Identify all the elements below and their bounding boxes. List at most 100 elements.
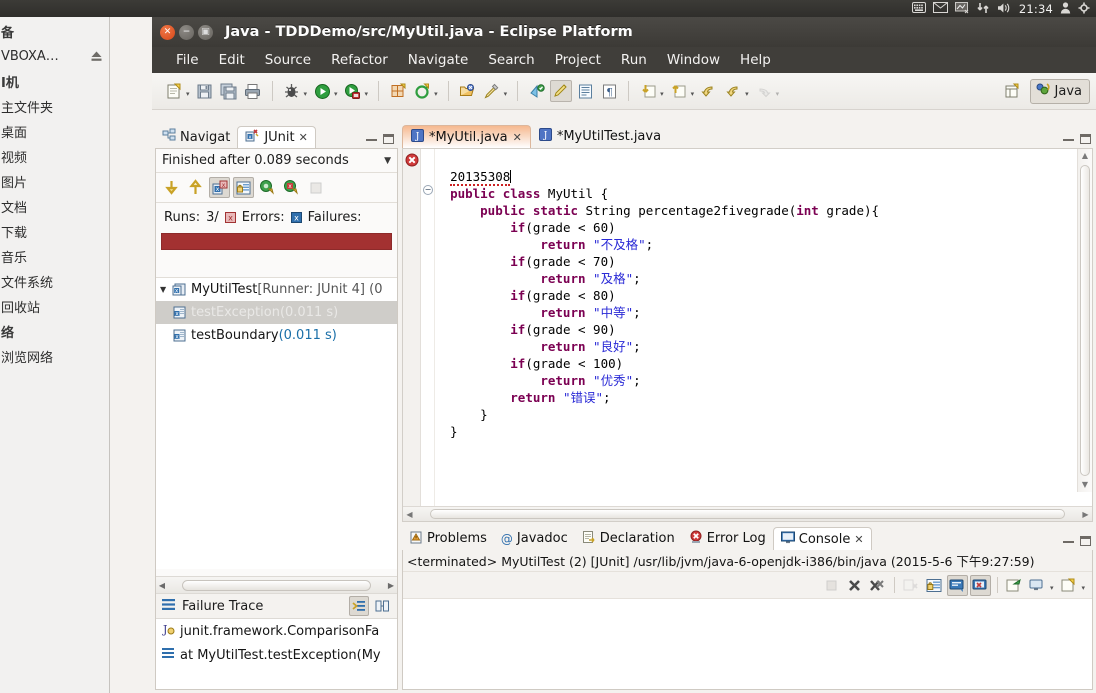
places-item-music[interactable]: 音乐	[0, 244, 109, 269]
back-icon[interactable]	[698, 80, 720, 102]
code-editor[interactable]: 20135308 public class MyUtil { public st…	[435, 149, 1092, 506]
redo-nav-icon[interactable]	[753, 80, 775, 102]
stop-icon[interactable]	[305, 177, 326, 198]
pin-console-icon[interactable]	[946, 574, 968, 596]
eject-icon[interactable]	[90, 50, 103, 63]
scroll-right-icon[interactable]: ▶	[1079, 510, 1092, 519]
menu-run[interactable]: Run	[611, 50, 657, 70]
console-output[interactable]	[403, 599, 1092, 687]
close-icon[interactable]: ✕	[513, 131, 522, 144]
places-item-videos[interactable]: 视频	[0, 144, 109, 169]
close-icon[interactable]: ✕	[854, 533, 863, 546]
menu-window[interactable]: Window	[657, 50, 730, 70]
display-selected-console-icon[interactable]	[969, 574, 991, 596]
junit-tree-hscrollbar[interactable]: ◀ ▶	[156, 576, 397, 593]
filter-stack-trace-icon[interactable]	[349, 596, 369, 616]
gear-icon[interactable]	[1078, 2, 1090, 16]
menu-refactor[interactable]: Refactor	[321, 50, 398, 70]
rerun-failed-tests-icon[interactable]: x	[281, 177, 302, 198]
console-options-icon[interactable]	[1058, 575, 1079, 596]
editor-folding-ruler[interactable]: −	[421, 149, 435, 506]
minimize-icon[interactable]: −	[179, 24, 194, 40]
display-icon[interactable]	[954, 1, 970, 16]
mail-icon[interactable]	[932, 2, 948, 15]
places-item-downloads[interactable]: 下载	[0, 219, 109, 244]
menu-search[interactable]: Search	[478, 50, 544, 70]
scroll-up-icon[interactable]: ▲	[1082, 149, 1088, 163]
volume-icon[interactable]	[997, 2, 1012, 16]
tree-row[interactable]: ▼ x MyUtilTest [Runner: JUnit 4] (0	[156, 278, 397, 301]
tree-row[interactable]: x testException (0.011 s)	[156, 301, 397, 324]
rerun-test-icon[interactable]	[257, 177, 278, 198]
save-icon[interactable]	[194, 80, 216, 102]
coverage-dropdown-icon[interactable]: ▾	[365, 84, 369, 98]
open-console-icon[interactable]	[1004, 575, 1025, 596]
keyboard-icon[interactable]	[911, 2, 926, 15]
new-console-view-icon[interactable]	[1027, 575, 1048, 596]
redo-nav-dropdown-icon[interactable]: ▾	[776, 84, 780, 98]
coverage-icon[interactable]	[342, 80, 364, 102]
places-item-pictures[interactable]: 图片	[0, 169, 109, 194]
close-icon[interactable]: ✕	[160, 24, 175, 40]
new-java-class-dropdown-icon[interactable]: ▾	[434, 84, 438, 98]
expand-arrow-icon[interactable]: ▼	[160, 285, 172, 294]
menu-navigate[interactable]: Navigate	[398, 50, 479, 70]
user-icon[interactable]	[1060, 1, 1071, 16]
close-icon[interactable]: ✕	[299, 131, 308, 144]
next-failure-icon[interactable]	[161, 177, 182, 198]
places-item-vbox[interactable]: VBOXA…	[0, 44, 109, 69]
minimize-view-icon[interactable]	[366, 138, 377, 141]
run-icon[interactable]	[311, 80, 333, 102]
clock[interactable]: 21:34	[1019, 2, 1053, 16]
save-all-icon[interactable]	[218, 80, 240, 102]
tab-error-log[interactable]: Error Log	[682, 527, 773, 550]
remove-launch-icon[interactable]	[844, 575, 865, 596]
tab-navigator[interactable]: Navigat	[155, 126, 237, 148]
scroll-down-icon[interactable]: ▼	[1082, 478, 1088, 492]
compare-result-icon[interactable]	[372, 596, 392, 616]
debug-icon[interactable]	[281, 80, 303, 102]
maximize-view-icon[interactable]	[1080, 536, 1091, 546]
new-java-package-icon[interactable]	[387, 80, 409, 102]
view-menu-icon[interactable]: ▼	[384, 156, 391, 166]
network-icon[interactable]	[977, 2, 990, 16]
next-edit-dropdown-icon[interactable]: ▾	[660, 84, 664, 98]
new-java-class-icon[interactable]	[411, 80, 433, 102]
maximize-icon[interactable]: ▣	[198, 24, 213, 40]
tab-problems[interactable]: Problems	[402, 527, 494, 550]
editor-tab-myutiltest[interactable]: J *MyUtilTest.java	[531, 125, 669, 148]
search-icon[interactable]	[481, 80, 503, 102]
open-type-icon[interactable]	[457, 80, 479, 102]
collapse-icon[interactable]: −	[423, 185, 433, 195]
tab-junit[interactable]: x JUnit ✕	[237, 126, 316, 148]
places-item-browse-network[interactable]: 浏览网络	[0, 344, 109, 369]
next-annotation-icon[interactable]	[526, 80, 548, 102]
editor-vscrollbar[interactable]: ▲ ▼	[1077, 149, 1092, 492]
editor-hscrollbar[interactable]: ◀ ▶	[403, 506, 1092, 521]
previous-failure-icon[interactable]	[185, 177, 206, 198]
places-item-home[interactable]: 主文件夹	[0, 94, 109, 119]
scrollbar-thumb[interactable]	[1080, 165, 1090, 476]
tab-javadoc[interactable]: @ Javadoc	[494, 527, 575, 550]
scroll-left-icon[interactable]: ◀	[403, 510, 416, 519]
maximize-view-icon[interactable]	[383, 134, 394, 144]
new-console-dropdown-icon[interactable]: ▾	[1050, 578, 1054, 592]
list-item[interactable]: at MyUtilTest.testException(My	[156, 643, 397, 667]
scroll-left-icon[interactable]: ◀	[156, 581, 168, 590]
menu-file[interactable]: File	[166, 50, 209, 70]
scrollbar-thumb[interactable]	[430, 509, 1065, 519]
menu-project[interactable]: Project	[545, 50, 611, 70]
places-item-trash[interactable]: 回收站	[0, 294, 109, 319]
forward-icon[interactable]	[722, 80, 744, 102]
editor-annotation-ruler[interactable]	[403, 149, 421, 506]
error-marker-icon[interactable]	[405, 153, 419, 167]
scroll-right-icon[interactable]: ▶	[385, 581, 397, 590]
minimize-view-icon[interactable]	[1063, 138, 1074, 141]
search-dropdown-icon[interactable]: ▾	[504, 84, 508, 98]
open-perspective-icon[interactable]	[1002, 80, 1024, 102]
tab-declaration[interactable]: Declaration	[575, 527, 682, 550]
console-options-dropdown-icon[interactable]: ▾	[1081, 578, 1085, 592]
places-item-desktop[interactable]: 桌面	[0, 119, 109, 144]
places-item-filesystem[interactable]: 文件系统	[0, 269, 109, 294]
run-dropdown-icon[interactable]: ▾	[334, 84, 338, 98]
